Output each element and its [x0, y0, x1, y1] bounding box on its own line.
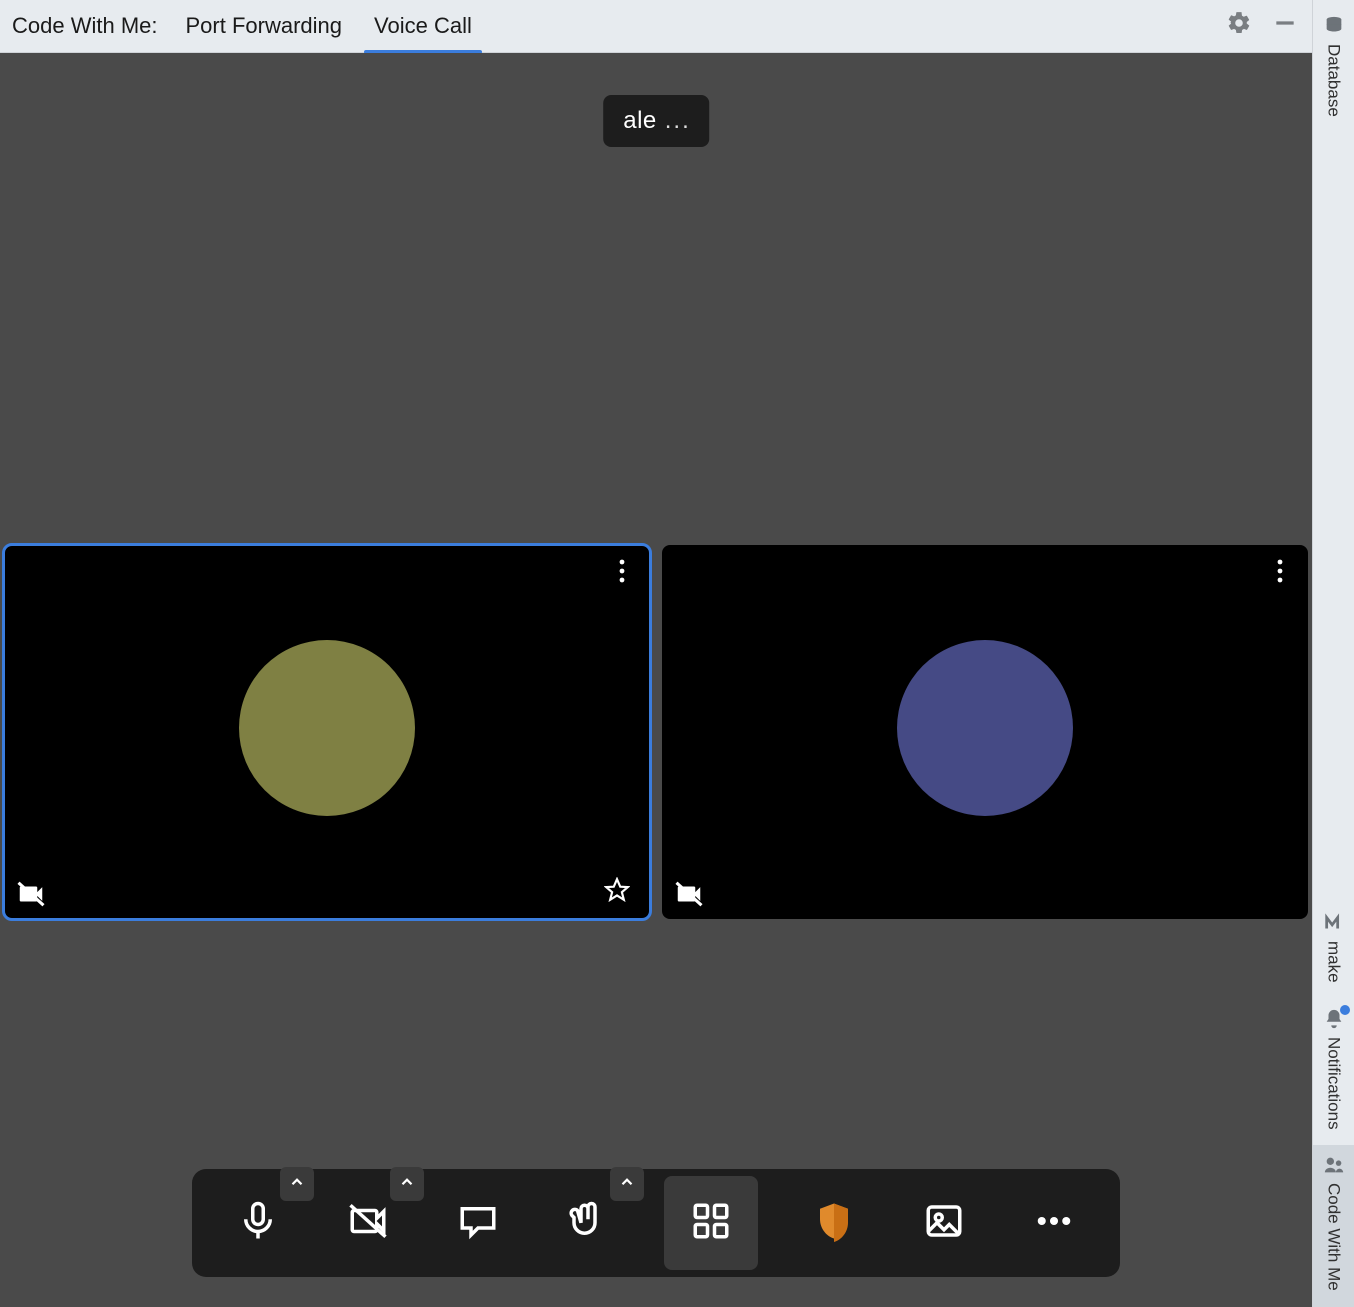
- speaking-indicator: ale ...: [603, 95, 709, 147]
- screenshot-button[interactable]: [910, 1189, 978, 1257]
- make-icon: [1322, 911, 1346, 935]
- rail-database[interactable]: Database: [1313, 6, 1354, 133]
- panel-title: Code With Me:: [10, 13, 164, 39]
- chat-button[interactable]: [444, 1189, 512, 1257]
- camera-button[interactable]: [334, 1189, 402, 1257]
- participant-grid: [4, 545, 1308, 919]
- camera-off-icon: [16, 896, 46, 913]
- more-icon: [1033, 1200, 1075, 1247]
- security-button[interactable]: [800, 1189, 868, 1257]
- hand-icon: [567, 1200, 609, 1247]
- participant-tile[interactable]: [662, 545, 1308, 919]
- avatar: [897, 640, 1073, 816]
- more-button[interactable]: [1020, 1189, 1088, 1257]
- settings-button[interactable]: [1222, 9, 1256, 43]
- chevron-up-icon: [288, 1173, 306, 1196]
- tab-voice-call[interactable]: Voice Call: [364, 0, 482, 53]
- chat-icon: [457, 1200, 499, 1247]
- kebab-icon: [1277, 559, 1283, 588]
- mic-options[interactable]: [280, 1167, 314, 1201]
- camera-off-icon: [674, 896, 704, 913]
- camera-options[interactable]: [390, 1167, 424, 1201]
- mic-button[interactable]: [224, 1189, 292, 1257]
- minimize-icon: [1272, 10, 1298, 42]
- star-icon: [604, 890, 630, 907]
- code-with-me-icon: [1322, 1153, 1346, 1177]
- kebab-icon: [619, 559, 625, 588]
- main-panel: Code With Me: Port Forwarding Voice Call…: [0, 0, 1312, 1307]
- gear-icon: [1226, 10, 1252, 42]
- rail-code-with-me[interactable]: Code With Me: [1313, 1145, 1354, 1307]
- mic-icon: [237, 1200, 279, 1247]
- rail-label: Notifications: [1324, 1037, 1344, 1130]
- tab-label: Voice Call: [374, 13, 472, 39]
- ellipsis-icon: ...: [665, 107, 691, 135]
- hand-options[interactable]: [610, 1167, 644, 1201]
- camera-off-indicator: [674, 879, 708, 909]
- camera-off-icon: [347, 1200, 389, 1247]
- participant-tile[interactable]: [4, 545, 650, 919]
- bell-icon: [1322, 1007, 1346, 1031]
- rail-label: make: [1324, 941, 1344, 983]
- tab-port-forwarding[interactable]: Port Forwarding: [176, 0, 353, 53]
- rail-make[interactable]: make: [1313, 903, 1354, 999]
- minimize-button[interactable]: [1268, 9, 1302, 43]
- camera-off-indicator: [16, 879, 50, 909]
- chevron-up-icon: [398, 1173, 416, 1196]
- image-icon: [923, 1200, 965, 1247]
- right-tool-rail: Database make Notifications Code With Me: [1312, 0, 1354, 1307]
- rail-label: Code With Me: [1324, 1183, 1344, 1291]
- chevron-up-icon: [618, 1173, 636, 1196]
- pin-button[interactable]: [604, 877, 634, 907]
- tab-label: Port Forwarding: [186, 13, 343, 39]
- database-icon: [1322, 14, 1346, 38]
- call-control-bar: [192, 1169, 1120, 1277]
- tile-menu-button[interactable]: [608, 555, 636, 591]
- shield-icon: [813, 1200, 855, 1247]
- grid-view-button[interactable]: [664, 1176, 758, 1270]
- call-body: ale ...: [0, 53, 1312, 1307]
- avatar: [239, 640, 415, 816]
- rail-notifications[interactable]: Notifications: [1313, 999, 1354, 1146]
- raise-hand-button[interactable]: [554, 1189, 622, 1257]
- tile-menu-button[interactable]: [1266, 555, 1294, 591]
- grid-icon: [690, 1200, 732, 1247]
- speaker-name: ale: [623, 107, 657, 135]
- notification-dot: [1340, 1005, 1350, 1015]
- header-bar: Code With Me: Port Forwarding Voice Call: [0, 0, 1312, 53]
- rail-label: Database: [1324, 44, 1344, 117]
